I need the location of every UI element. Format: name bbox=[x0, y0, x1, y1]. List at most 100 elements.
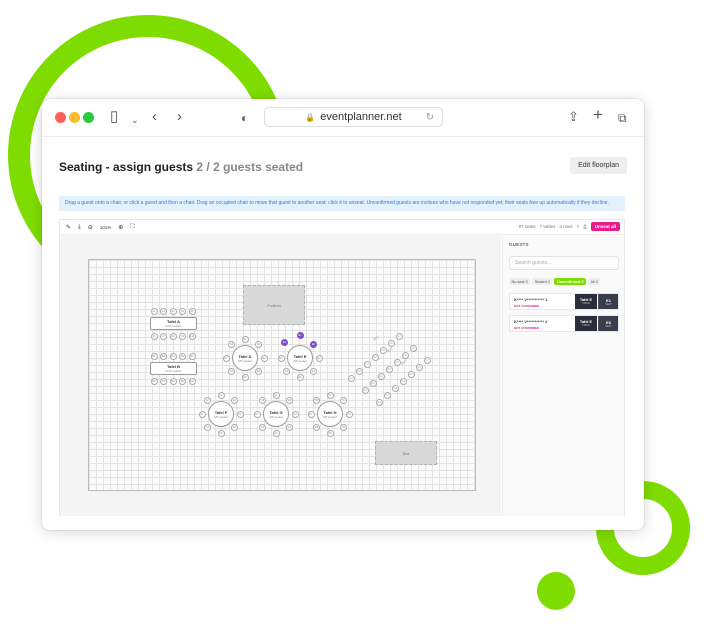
zoom-in-icon[interactable]: ⊕ bbox=[118, 224, 123, 231]
guest-card[interactable]: K**** V*********** 1 NOT CONFIRMED Tafel… bbox=[509, 293, 619, 310]
maximize-window-button[interactable] bbox=[83, 112, 94, 123]
table-tafel-g[interactable]: Tafel G 0/8 seated bbox=[263, 401, 289, 427]
seat[interactable]: F1 bbox=[217, 391, 225, 399]
seat[interactable]: D4 bbox=[254, 367, 262, 375]
seat-occupied[interactable]: E1 bbox=[296, 331, 304, 339]
seat[interactable]: D5 bbox=[241, 373, 249, 381]
seat[interactable]: 1.2 bbox=[355, 367, 363, 375]
seat[interactable]: B9 bbox=[179, 377, 186, 385]
seat[interactable]: B10 bbox=[188, 377, 196, 385]
table-tafel-b[interactable]: Tafel B 0/10 seated bbox=[150, 362, 197, 375]
seat[interactable]: A9 bbox=[179, 332, 186, 340]
seat[interactable]: G2 bbox=[285, 397, 293, 405]
seat[interactable]: 1.1 bbox=[347, 374, 355, 382]
seat-occupied[interactable]: E2 bbox=[309, 341, 317, 349]
seat[interactable]: D1 bbox=[241, 335, 249, 343]
seat[interactable]: 2.6 bbox=[401, 351, 409, 359]
seat[interactable]: B2 bbox=[160, 352, 167, 360]
floorplan-canvas[interactable]: Podium Bar Tafel A 0/10 seated Tafel B 0… bbox=[60, 235, 501, 516]
tabs-icon[interactable]: ⧉ bbox=[618, 109, 627, 127]
seat[interactable]: H4 bbox=[339, 423, 347, 431]
filter-seated[interactable]: Seated 2 bbox=[532, 278, 553, 285]
seat[interactable]: 3.7 bbox=[423, 356, 431, 364]
table-tafel-d[interactable]: Tafel D 0/8 seated bbox=[232, 345, 258, 371]
seat[interactable]: H8 bbox=[313, 397, 321, 405]
seat[interactable]: 3.6 bbox=[415, 363, 423, 371]
close-window-button[interactable] bbox=[55, 112, 66, 123]
seat[interactable]: 1.4 bbox=[371, 353, 379, 361]
seat[interactable]: E3 bbox=[315, 354, 323, 362]
seat[interactable]: 2.4 bbox=[385, 365, 393, 373]
chevron-right-icon[interactable]: › bbox=[177, 108, 182, 126]
filter-no-seat[interactable]: No seat 0 bbox=[509, 278, 531, 285]
seat[interactable]: 3.3 bbox=[391, 384, 399, 392]
seat[interactable]: E7 bbox=[277, 354, 285, 362]
shield-icon[interactable]: ◐ bbox=[241, 109, 248, 127]
seat[interactable]: A4 bbox=[179, 307, 186, 315]
filter-all[interactable]: All 2 bbox=[588, 278, 601, 285]
seat[interactable]: 3.1 bbox=[375, 398, 383, 406]
seat[interactable]: B8 bbox=[169, 377, 177, 385]
filter-unconfirmed[interactable]: Unconfirmed 2 bbox=[554, 278, 587, 285]
seat[interactable]: G1 bbox=[272, 391, 280, 399]
seat[interactable]: 2.7 bbox=[409, 344, 417, 352]
plus-icon[interactable]: + bbox=[593, 106, 603, 124]
seat[interactable]: F4 bbox=[230, 423, 238, 431]
seat[interactable]: 3.2 bbox=[383, 391, 391, 399]
seat[interactable]: H7 bbox=[307, 410, 315, 418]
seat[interactable]: G8 bbox=[259, 397, 267, 405]
seat[interactable]: B4 bbox=[179, 352, 186, 360]
chevron-left-icon[interactable]: ‹ bbox=[152, 108, 157, 126]
table-tafel-f[interactable]: Tafel F 0/8 seated bbox=[208, 401, 234, 427]
minimize-window-button[interactable] bbox=[69, 112, 80, 123]
seat[interactable]: F8 bbox=[204, 397, 212, 405]
search-guests-input[interactable]: Search guests... bbox=[509, 256, 619, 270]
seat[interactable]: G5 bbox=[272, 429, 280, 437]
guest-card[interactable]: K**** V*********** 2 NOT CONFIRMED Tafel… bbox=[509, 315, 619, 332]
table-tafel-a[interactable]: Tafel A 0/10 seated bbox=[150, 317, 197, 330]
seat[interactable]: H2 bbox=[339, 397, 347, 405]
seat[interactable]: D8 bbox=[228, 341, 236, 349]
seat[interactable]: D3 bbox=[260, 354, 268, 362]
seat[interactable]: 1.3 bbox=[363, 360, 371, 368]
seat[interactable]: 1.7 bbox=[395, 332, 403, 340]
seat[interactable]: H1 bbox=[326, 391, 334, 399]
seat[interactable]: G7 bbox=[253, 410, 261, 418]
seat[interactable]: 2.3 bbox=[377, 372, 385, 380]
seat[interactable]: 1.5 bbox=[379, 346, 387, 354]
seat[interactable]: E6 bbox=[283, 367, 291, 375]
seat[interactable]: B7 bbox=[160, 377, 167, 385]
seat[interactable]: A5 bbox=[188, 307, 196, 315]
seat[interactable]: F7 bbox=[198, 410, 206, 418]
seat[interactable]: F2 bbox=[230, 397, 238, 405]
seat[interactable]: H3 bbox=[345, 410, 353, 418]
share-icon[interactable]: ⇪ bbox=[568, 108, 579, 126]
sidebar-icon[interactable]: ▯ bbox=[110, 108, 118, 126]
print-icon[interactable]: ⎙ bbox=[583, 224, 587, 229]
download-icon[interactable]: ⤓ bbox=[78, 224, 81, 231]
floorplan[interactable]: Podium Bar Tafel A 0/10 seated Tafel B 0… bbox=[88, 259, 476, 491]
seat[interactable]: A7 bbox=[160, 332, 167, 340]
reload-icon[interactable]: ↻ bbox=[426, 112, 434, 123]
seat[interactable]: A6 bbox=[150, 332, 158, 340]
seat[interactable]: 1.6 bbox=[387, 339, 395, 347]
zoom-out-icon[interactable]: ⊖ bbox=[88, 224, 93, 231]
help-button[interactable]: ? bbox=[577, 224, 580, 229]
seat[interactable]: 2.2 bbox=[369, 379, 377, 387]
table-tafel-e[interactable]: Tafel E 2/8 seated bbox=[287, 345, 313, 371]
seat[interactable]: F6 bbox=[204, 423, 212, 431]
seat[interactable]: 2.1 bbox=[361, 386, 369, 394]
seat[interactable]: B6 bbox=[150, 377, 158, 385]
unseat-all-button[interactable]: Unseat all bbox=[590, 222, 620, 231]
seat[interactable]: A3 bbox=[169, 307, 177, 315]
seat[interactable]: 2.5 bbox=[393, 358, 401, 366]
seat[interactable]: A10 bbox=[188, 332, 196, 340]
seat[interactable]: A8 bbox=[169, 332, 177, 340]
seat[interactable]: B3 bbox=[169, 352, 177, 360]
seat[interactable]: B5 bbox=[188, 352, 196, 360]
seat[interactable]: H6 bbox=[313, 423, 321, 431]
seat[interactable]: F5 bbox=[217, 429, 225, 437]
chevron-down-icon[interactable]: ⌄ bbox=[131, 111, 139, 129]
seat[interactable]: D2 bbox=[254, 341, 262, 349]
seat[interactable]: F3 bbox=[236, 410, 244, 418]
